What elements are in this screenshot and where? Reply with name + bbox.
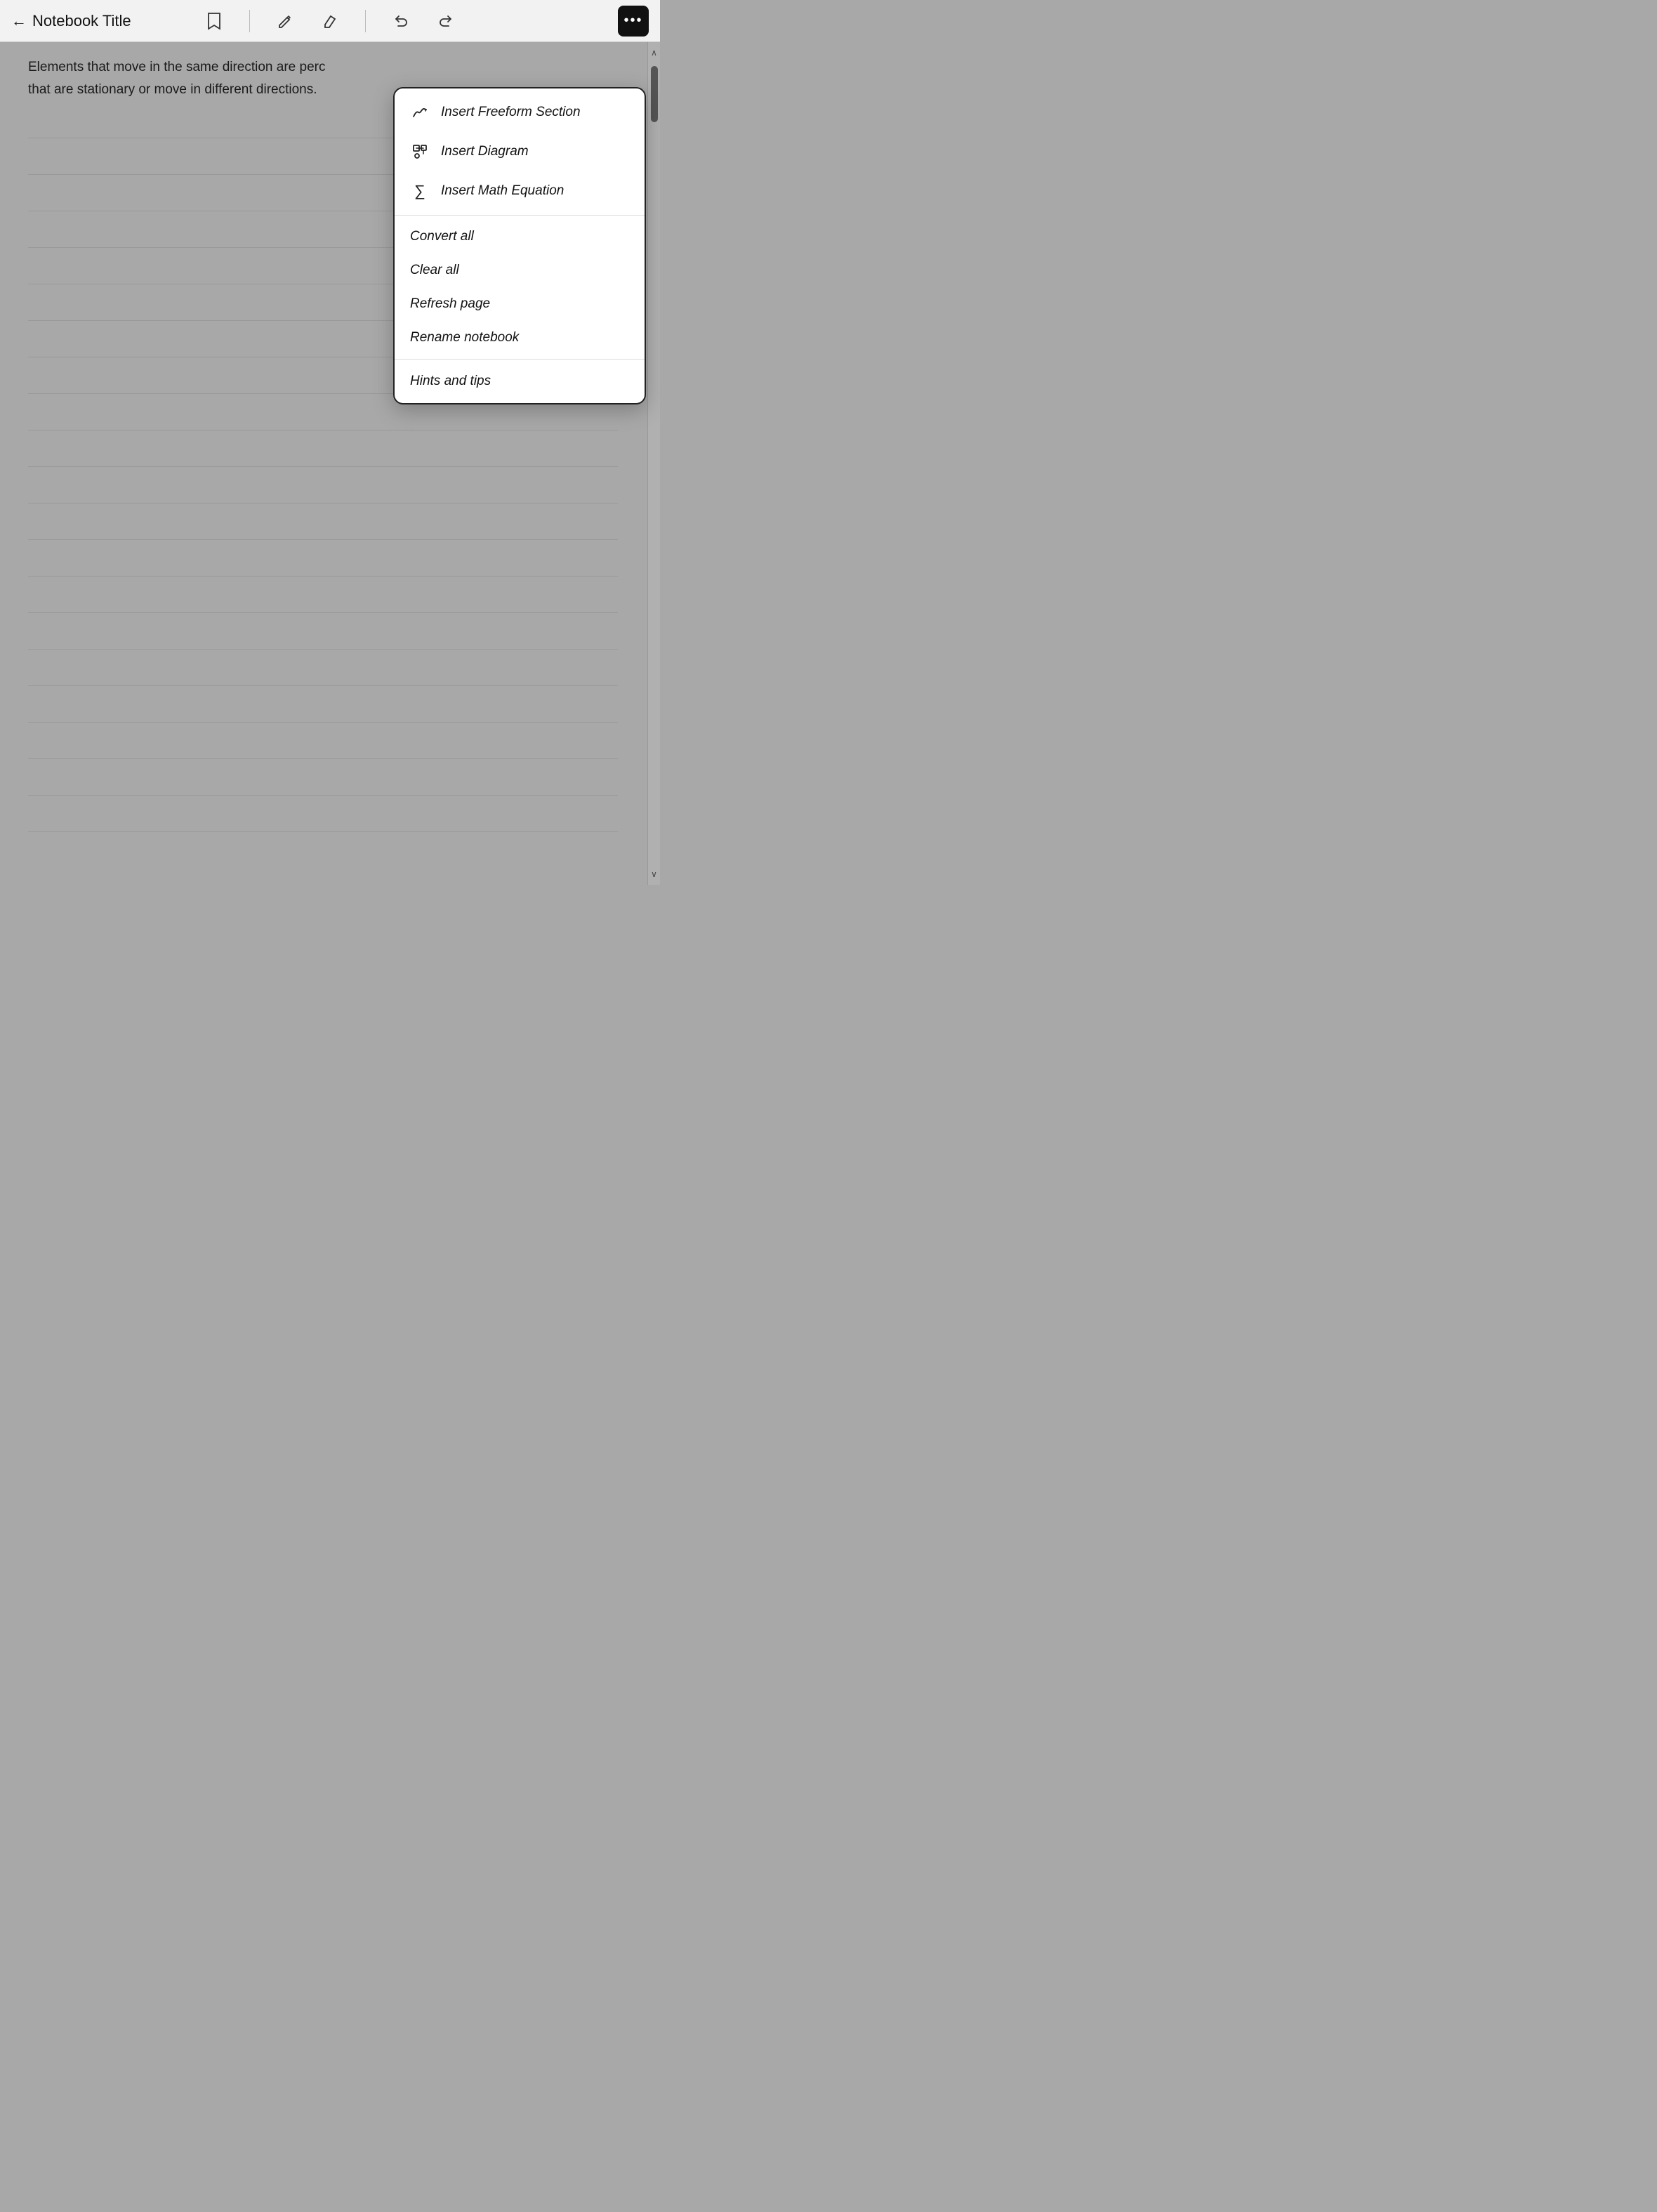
bookmark-icon[interactable]	[202, 8, 227, 34]
ruled-line	[28, 723, 618, 759]
toolbar: ← Notebook Title	[0, 0, 660, 42]
menu-section-insert: Insert Freeform Section Insert Diagram ∑	[395, 88, 645, 216]
ruled-line	[28, 467, 618, 503]
more-button[interactable]: •••	[618, 6, 649, 37]
freeform-icon	[410, 103, 430, 122]
ruled-line	[28, 686, 618, 723]
menu-item-insert-math[interactable]: ∑ Insert Math Equation	[395, 171, 645, 211]
math-equation-icon: ∑	[410, 181, 430, 201]
ruled-line	[28, 577, 618, 613]
menu-label-insert-freeform: Insert Freeform Section	[441, 105, 581, 120]
notebook-title: Notebook Title	[32, 12, 131, 30]
menu-item-insert-diagram[interactable]: Insert Diagram	[395, 132, 645, 171]
menu-section-help: Hints and tips	[395, 359, 645, 403]
ruled-line	[28, 650, 618, 686]
redo-icon[interactable]	[433, 8, 458, 34]
ruled-line	[28, 430, 618, 467]
menu-label-hints-and-tips: Hints and tips	[410, 374, 491, 389]
undo-icon[interactable]	[388, 8, 414, 34]
menu-section-actions: Convert all Clear all Refresh page Renam…	[395, 216, 645, 359]
divider-2	[365, 10, 366, 32]
pen-icon[interactable]	[272, 8, 298, 34]
menu-label-insert-diagram: Insert Diagram	[441, 144, 529, 159]
dropdown-menu: Insert Freeform Section Insert Diagram ∑	[393, 87, 646, 404]
content-area: Elements that move in the same direction…	[0, 42, 660, 885]
scrollbar-down-button[interactable]: ∨	[648, 864, 661, 885]
eraser-icon[interactable]	[317, 8, 343, 34]
ruled-line	[28, 613, 618, 650]
menu-item-rename-notebook[interactable]: Rename notebook	[395, 321, 645, 355]
scrollbar: ∧ ∨	[647, 42, 660, 885]
diagram-icon	[410, 142, 430, 162]
scrollbar-up-button[interactable]: ∧	[648, 42, 661, 63]
ruled-line	[28, 540, 618, 577]
divider-1	[249, 10, 250, 32]
text-line-1: Elements that move in the same direction…	[28, 56, 618, 79]
ruled-line	[28, 503, 618, 540]
menu-item-convert-all[interactable]: Convert all	[395, 220, 645, 254]
menu-label-rename-notebook: Rename notebook	[410, 330, 519, 345]
menu-item-refresh-page[interactable]: Refresh page	[395, 287, 645, 321]
menu-label-convert-all: Convert all	[410, 229, 474, 244]
ruled-line	[28, 759, 618, 796]
menu-item-hints-and-tips[interactable]: Hints and tips	[395, 364, 645, 399]
menu-label-clear-all: Clear all	[410, 263, 459, 278]
ruled-line	[28, 796, 618, 832]
menu-label-refresh-page: Refresh page	[410, 296, 490, 312]
menu-label-insert-math: Insert Math Equation	[441, 183, 564, 199]
back-button[interactable]: ←	[11, 12, 27, 30]
toolbar-right: •••	[618, 6, 649, 37]
toolbar-center	[202, 8, 458, 34]
menu-item-clear-all[interactable]: Clear all	[395, 254, 645, 287]
menu-item-insert-freeform[interactable]: Insert Freeform Section	[395, 93, 645, 132]
scrollbar-thumb[interactable]	[651, 66, 658, 122]
